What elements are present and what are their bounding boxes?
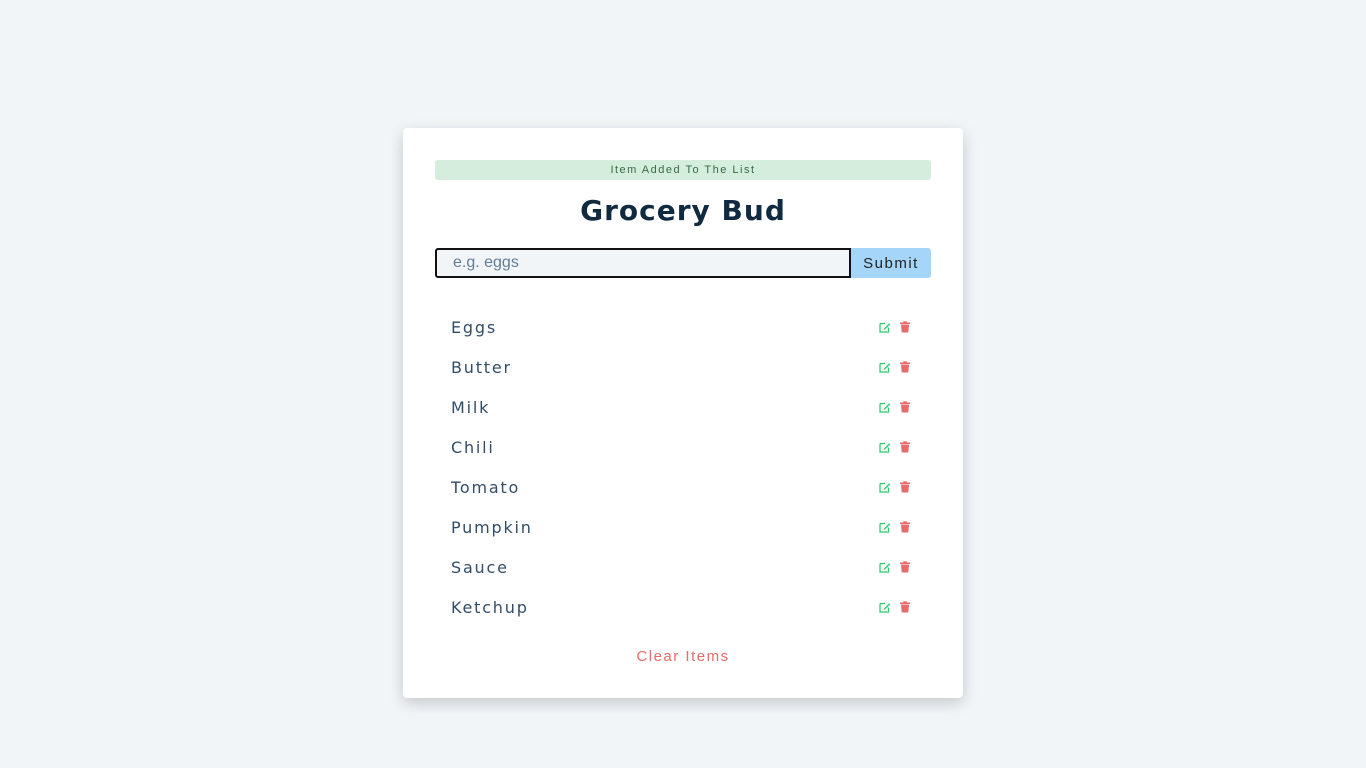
page-title: Grocery Bud <box>580 194 786 227</box>
trash-icon[interactable] <box>899 401 911 413</box>
edit-icon[interactable] <box>879 401 891 413</box>
submit-button[interactable]: Submit <box>851 248 931 278</box>
trash-icon[interactable] <box>899 521 911 533</box>
list-item: Chili <box>435 427 931 467</box>
list-item: Sauce <box>435 547 931 587</box>
item-actions <box>879 561 911 573</box>
item-name: Pumpkin <box>451 517 533 537</box>
item-actions <box>879 481 911 493</box>
grocery-list: Eggs Butter Milk Chili Tomato Pumpkin Sa… <box>435 307 931 627</box>
list-item: Tomato <box>435 467 931 507</box>
item-name: Chili <box>451 437 495 457</box>
edit-icon[interactable] <box>879 521 891 533</box>
trash-icon[interactable] <box>899 561 911 573</box>
trash-icon[interactable] <box>899 361 911 373</box>
item-name: Ketchup <box>451 597 529 617</box>
edit-icon[interactable] <box>879 561 891 573</box>
item-actions <box>879 401 911 413</box>
item-name: Eggs <box>451 317 497 337</box>
edit-icon[interactable] <box>879 481 891 493</box>
edit-icon[interactable] <box>879 321 891 333</box>
success-alert: Item Added To The List <box>435 160 931 180</box>
grocery-form: Submit <box>435 248 931 278</box>
grocery-card: Item Added To The List Grocery Bud Submi… <box>403 128 963 698</box>
trash-icon[interactable] <box>899 601 911 613</box>
item-name: Tomato <box>451 477 521 497</box>
trash-icon[interactable] <box>899 481 911 493</box>
trash-icon[interactable] <box>899 321 911 333</box>
edit-icon[interactable] <box>879 361 891 373</box>
list-item: Pumpkin <box>435 507 931 547</box>
item-actions <box>879 601 911 613</box>
item-actions <box>879 361 911 373</box>
edit-icon[interactable] <box>879 441 891 453</box>
item-actions <box>879 441 911 453</box>
item-name: Sauce <box>451 557 509 577</box>
grocery-input[interactable] <box>435 248 851 278</box>
edit-icon[interactable] <box>879 601 891 613</box>
item-actions <box>879 521 911 533</box>
list-item: Eggs <box>435 307 931 347</box>
item-actions <box>879 321 911 333</box>
item-name: Milk <box>451 397 491 417</box>
list-item: Milk <box>435 387 931 427</box>
list-item: Ketchup <box>435 587 931 627</box>
clear-items-button[interactable]: Clear Items <box>630 647 735 666</box>
list-item: Butter <box>435 347 931 387</box>
trash-icon[interactable] <box>899 441 911 453</box>
item-name: Butter <box>451 357 512 377</box>
